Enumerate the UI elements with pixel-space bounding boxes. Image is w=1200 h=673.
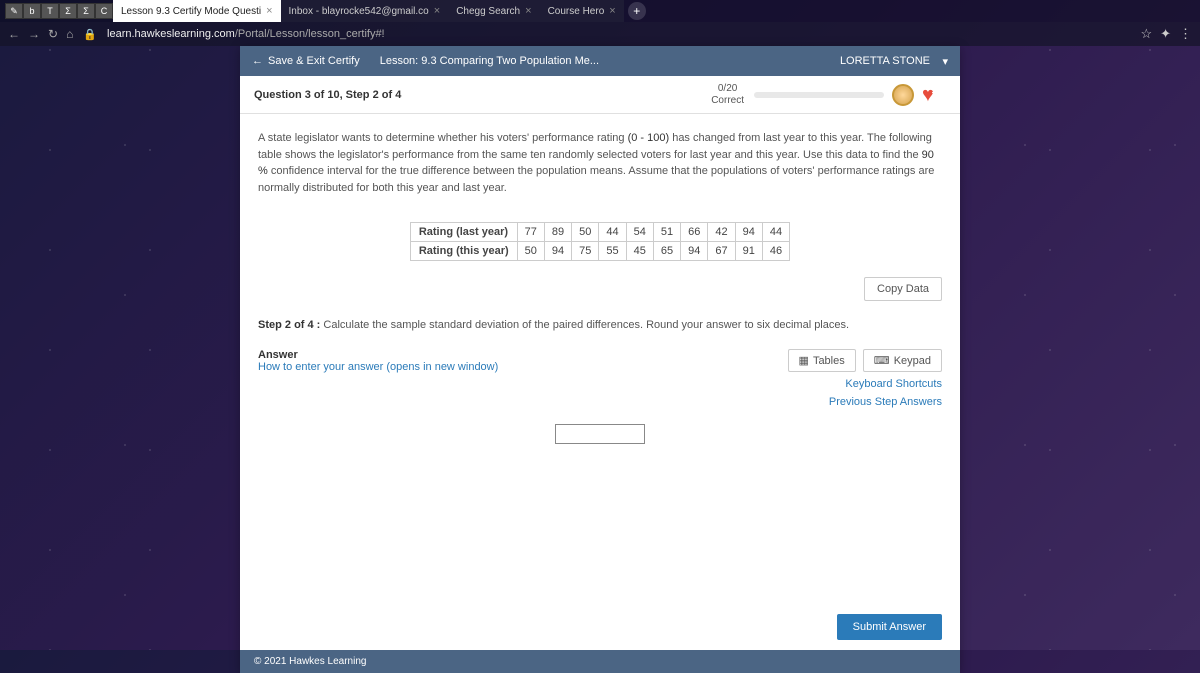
browser-tab-bar: ✎ b T Σ Σ C Lesson 9.3 Certify Mode Ques… [0, 0, 1200, 22]
tab-label: Lesson 9.3 Certify Mode Questi [121, 6, 261, 17]
tab-label: Inbox - blayrocke542@gmail.co [289, 6, 429, 17]
lives-indicator: ♥ 1 [922, 84, 946, 106]
pinned-tab[interactable]: Σ [77, 3, 95, 19]
answer-help-link[interactable]: How to enter your answer (opens in new w… [258, 361, 498, 373]
home-icon[interactable]: ⌂ [66, 27, 73, 41]
answer-section: Answer How to enter your answer (opens i… [240, 341, 960, 412]
answer-label: Answer [258, 349, 498, 361]
tables-button[interactable]: ▦ Tables [788, 349, 856, 372]
step-instruction: Step 2 of 4 : Calculate the sample stand… [240, 301, 960, 341]
save-exit-button[interactable]: ← Save & Exit Certify [240, 55, 372, 67]
back-arrow-icon: ← [252, 55, 263, 67]
pinned-tabs: ✎ b T Σ Σ C [5, 3, 113, 19]
user-menu[interactable]: LORETTA STONE [828, 55, 960, 67]
star-icon[interactable]: ☆ [1140, 26, 1152, 42]
submit-button[interactable]: Submit Answer [837, 614, 942, 640]
address-bar: ← → ↻ ⌂ 🔒 learn.hawkeslearning.com/Porta… [0, 22, 1200, 46]
close-icon[interactable]: × [609, 5, 615, 17]
tab-coursehero[interactable]: Course Hero × [540, 0, 624, 22]
tab-label: Course Hero [548, 6, 605, 17]
keyboard-shortcuts-link[interactable]: Keyboard Shortcuts [784, 378, 942, 390]
lesson-header: ← Save & Exit Certify Lesson: 9.3 Compar… [240, 46, 960, 76]
keypad-icon: ⌨ [874, 354, 890, 367]
close-icon[interactable]: × [525, 5, 531, 17]
pinned-tab[interactable]: T [41, 3, 59, 19]
footer: © 2021 Hawkes Learning [240, 650, 960, 673]
menu-icon[interactable]: ⋮ [1179, 26, 1192, 42]
extension-icon[interactable]: ✦ [1160, 26, 1171, 42]
question-bar: Question 3 of 10, Step 2 of 4 0/20 Corre… [240, 76, 960, 114]
lesson-title: Lesson: 9.3 Comparing Two Population Me.… [372, 55, 607, 67]
new-tab-button[interactable]: + [628, 2, 646, 20]
tab-label: Chegg Search [456, 6, 520, 17]
question-text: A state legislator wants to determine wh… [240, 114, 960, 208]
tab-lesson[interactable]: Lesson 9.3 Certify Mode Questi × [113, 0, 281, 22]
previous-answers-link[interactable]: Previous Step Answers [784, 396, 942, 408]
copy-data-button[interactable]: Copy Data [864, 277, 942, 301]
pinned-tab[interactable]: Σ [59, 3, 77, 19]
keypad-button[interactable]: ⌨ Keypad [863, 349, 942, 372]
table-row: Rating (last year) 77 89 50 44 54 51 66 … [410, 223, 789, 242]
reload-icon[interactable]: ↻ [48, 27, 58, 41]
lesson-panel: ← Save & Exit Certify Lesson: 9.3 Compar… [240, 46, 960, 673]
tab-inbox[interactable]: Inbox - blayrocke542@gmail.co × [281, 0, 449, 22]
close-icon[interactable]: × [266, 5, 272, 17]
back-icon[interactable]: ← [8, 27, 20, 41]
score-display: 0/20 Correct [711, 83, 754, 107]
pinned-tab[interactable]: b [23, 3, 41, 19]
pinned-tab[interactable]: ✎ [5, 3, 23, 19]
close-icon[interactable]: × [434, 5, 440, 17]
question-title: Question 3 of 10, Step 2 of 4 [254, 89, 401, 101]
medal-icon [892, 84, 914, 106]
answer-input[interactable] [555, 424, 645, 444]
table-row: Rating (this year) 50 94 75 55 45 65 94 … [410, 242, 789, 261]
tab-chegg[interactable]: Chegg Search × [448, 0, 539, 22]
forward-icon[interactable]: → [28, 27, 40, 41]
url-display[interactable]: learn.hawkeslearning.com/Portal/Lesson/l… [107, 28, 385, 40]
table-icon: ▦ [799, 354, 809, 367]
pinned-tab[interactable]: C [95, 3, 113, 19]
answer-input-area [240, 412, 960, 604]
data-table: Rating (last year) 77 89 50 44 54 51 66 … [410, 222, 790, 261]
progress-bar [754, 92, 884, 98]
lock-icon[interactable]: 🔒 [83, 28, 97, 41]
